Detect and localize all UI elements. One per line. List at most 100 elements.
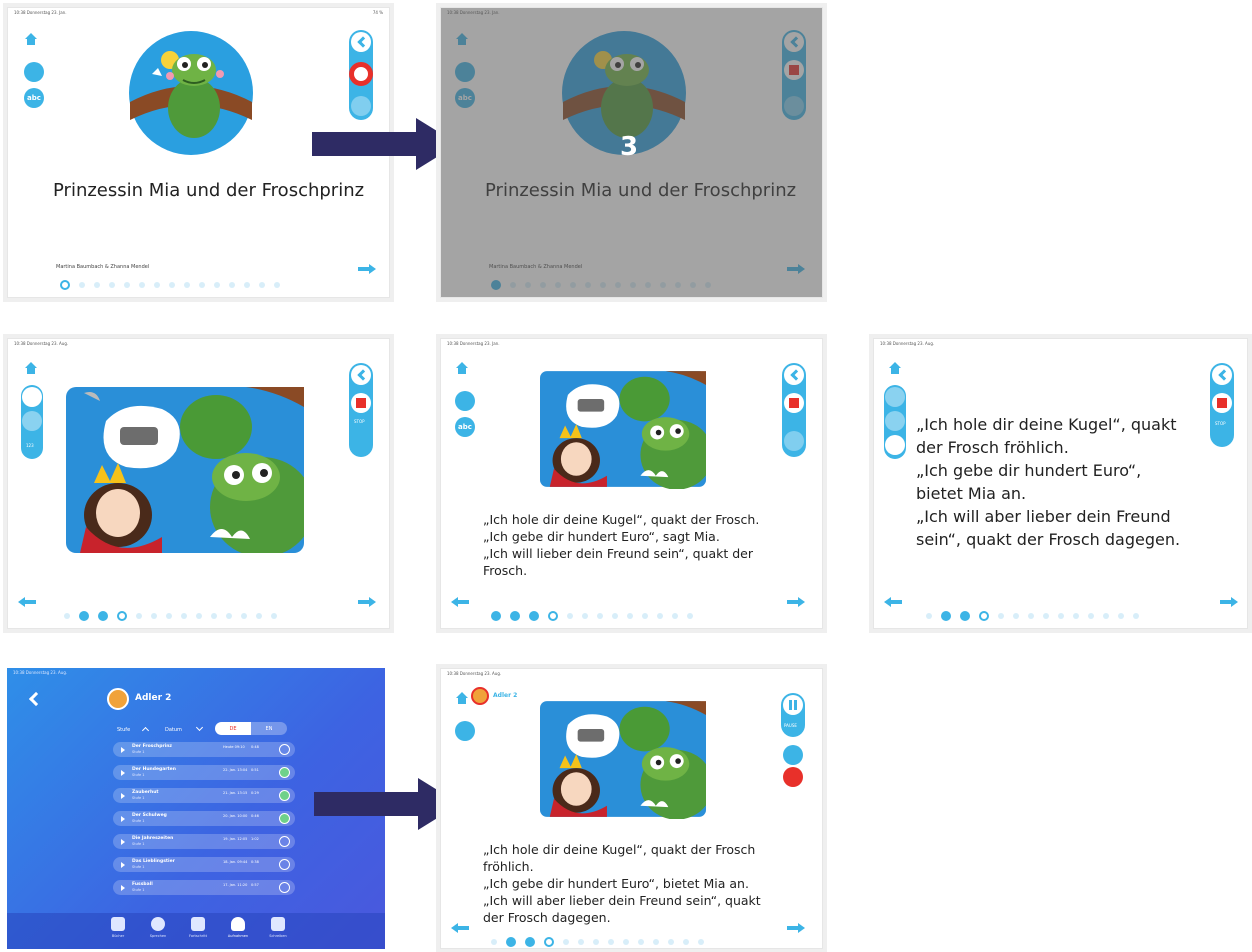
tab-books[interactable]: Bücher — [101, 917, 135, 938]
page-dot[interactable] — [672, 613, 678, 619]
abc-icon[interactable]: abc — [455, 417, 475, 437]
page-dot[interactable] — [544, 937, 554, 947]
page-dot[interactable] — [184, 282, 190, 288]
page-dot[interactable] — [687, 613, 693, 619]
page-dot[interactable] — [154, 282, 160, 288]
tab-speak[interactable]: Sprechen — [141, 917, 175, 938]
page-dot[interactable] — [181, 613, 187, 619]
number-mode-label[interactable]: 123 — [26, 443, 34, 448]
back-button[interactable] — [351, 32, 371, 52]
play-icon[interactable] — [121, 770, 125, 776]
page-dot[interactable] — [642, 613, 648, 619]
page-dot[interactable] — [998, 613, 1004, 619]
page-dot[interactable] — [653, 939, 659, 945]
page-dot[interactable] — [60, 280, 70, 290]
page-dot[interactable] — [151, 613, 157, 619]
page-dot[interactable] — [244, 282, 250, 288]
stop-button[interactable] — [784, 393, 804, 413]
play-icon[interactable] — [121, 839, 125, 845]
page-dot[interactable] — [657, 613, 663, 619]
page-dot[interactable] — [214, 282, 220, 288]
page-dot[interactable] — [94, 282, 100, 288]
page-dot[interactable] — [241, 613, 247, 619]
sort-date-label[interactable]: Datum — [165, 727, 182, 733]
page-dot[interactable] — [1133, 613, 1139, 619]
page-dot[interactable] — [64, 613, 70, 619]
next-page-arrow-icon[interactable] — [787, 923, 805, 933]
stop-button[interactable] — [1212, 393, 1232, 413]
back-button[interactable] — [351, 365, 371, 385]
back-chevron-icon[interactable] — [28, 691, 44, 707]
page-dot[interactable] — [196, 613, 202, 619]
page-dot[interactable] — [79, 611, 89, 621]
page-dot[interactable] — [960, 611, 970, 621]
status-circle-icon[interactable] — [279, 790, 290, 801]
status-circle-icon[interactable] — [279, 882, 290, 893]
page-dot[interactable] — [98, 611, 108, 621]
page-dot[interactable] — [529, 611, 539, 621]
page-dot[interactable] — [567, 613, 573, 619]
page-dot[interactable] — [166, 613, 172, 619]
lang-de[interactable]: DE — [215, 722, 251, 735]
status-circle-icon[interactable] — [279, 859, 290, 870]
lang-en[interactable]: EN — [251, 722, 287, 735]
prev-page-arrow-icon[interactable] — [18, 597, 36, 607]
chevron-up-icon[interactable] — [141, 726, 150, 735]
page-dot[interactable] — [491, 939, 497, 945]
delete-icon[interactable] — [783, 767, 803, 787]
page-dot[interactable] — [623, 939, 629, 945]
page-dot[interactable] — [1028, 613, 1034, 619]
record-button[interactable] — [349, 62, 373, 86]
speed-icon[interactable] — [783, 745, 803, 765]
text-mode-icon[interactable] — [22, 411, 42, 431]
picture-mode-icon[interactable] — [455, 721, 475, 741]
back-button[interactable] — [1212, 365, 1232, 385]
home-icon[interactable] — [455, 691, 469, 705]
page-dot[interactable] — [491, 611, 501, 621]
page-dot[interactable] — [926, 613, 932, 619]
page-dot[interactable] — [211, 613, 217, 619]
page-dot[interactable] — [578, 939, 584, 945]
stop-button[interactable] — [351, 393, 371, 413]
list-item[interactable]: Der Schulweg Stufe 1 20. Jan. 10:00 0:46 — [113, 811, 295, 826]
page-dot[interactable] — [169, 282, 175, 288]
status-circle-icon[interactable] — [279, 767, 290, 778]
next-page-arrow-icon[interactable] — [358, 264, 376, 274]
page-dot[interactable] — [1118, 613, 1124, 619]
next-page-arrow-icon[interactable] — [1220, 597, 1238, 607]
list-item[interactable]: Der Hundegarten Stufe 1 22. Jan. 13:04 0:51 — [113, 765, 295, 780]
home-icon[interactable] — [24, 361, 38, 375]
page-dot[interactable] — [259, 282, 265, 288]
play-icon[interactable] — [121, 862, 125, 868]
page-dot[interactable] — [668, 939, 674, 945]
page-dot[interactable] — [117, 611, 127, 621]
list-item[interactable]: Die Jahreszeiten Stufe 1 19. Jan. 12:05 1:0… — [113, 834, 295, 849]
page-dot[interactable] — [525, 937, 535, 947]
tab-recordings[interactable]: Aufnahmen — [221, 917, 255, 938]
page-dot[interactable] — [698, 939, 704, 945]
list-item[interactable]: Der Froschprinz Stufe 1 Heute 09:10 0:48 — [113, 742, 295, 757]
page-dot[interactable] — [139, 282, 145, 288]
page-dot[interactable] — [136, 613, 142, 619]
next-page-arrow-icon[interactable] — [787, 597, 805, 607]
home-icon[interactable] — [24, 32, 38, 46]
home-icon[interactable] — [888, 361, 902, 375]
abc-icon[interactable]: abc — [24, 88, 44, 108]
page-dot[interactable] — [109, 282, 115, 288]
page-dot[interactable] — [510, 611, 520, 621]
page-dot[interactable] — [1058, 613, 1064, 619]
number-mode-icon[interactable] — [885, 435, 905, 455]
page-dot[interactable] — [199, 282, 205, 288]
list-item[interactable]: Das Lieblingstier Stufe 1 18. Jan. 09:44 0:… — [113, 857, 295, 872]
picture-mode-icon[interactable] — [885, 387, 905, 407]
prev-page-arrow-icon[interactable] — [451, 923, 469, 933]
page-dot[interactable] — [274, 282, 280, 288]
home-icon[interactable] — [455, 361, 469, 375]
text-mode-icon[interactable] — [885, 411, 905, 431]
play-icon[interactable] — [121, 793, 125, 799]
page-dot[interactable] — [582, 613, 588, 619]
page-dot[interactable] — [79, 282, 85, 288]
page-dot[interactable] — [271, 613, 277, 619]
page-dot[interactable] — [627, 613, 633, 619]
page-dot[interactable] — [612, 613, 618, 619]
